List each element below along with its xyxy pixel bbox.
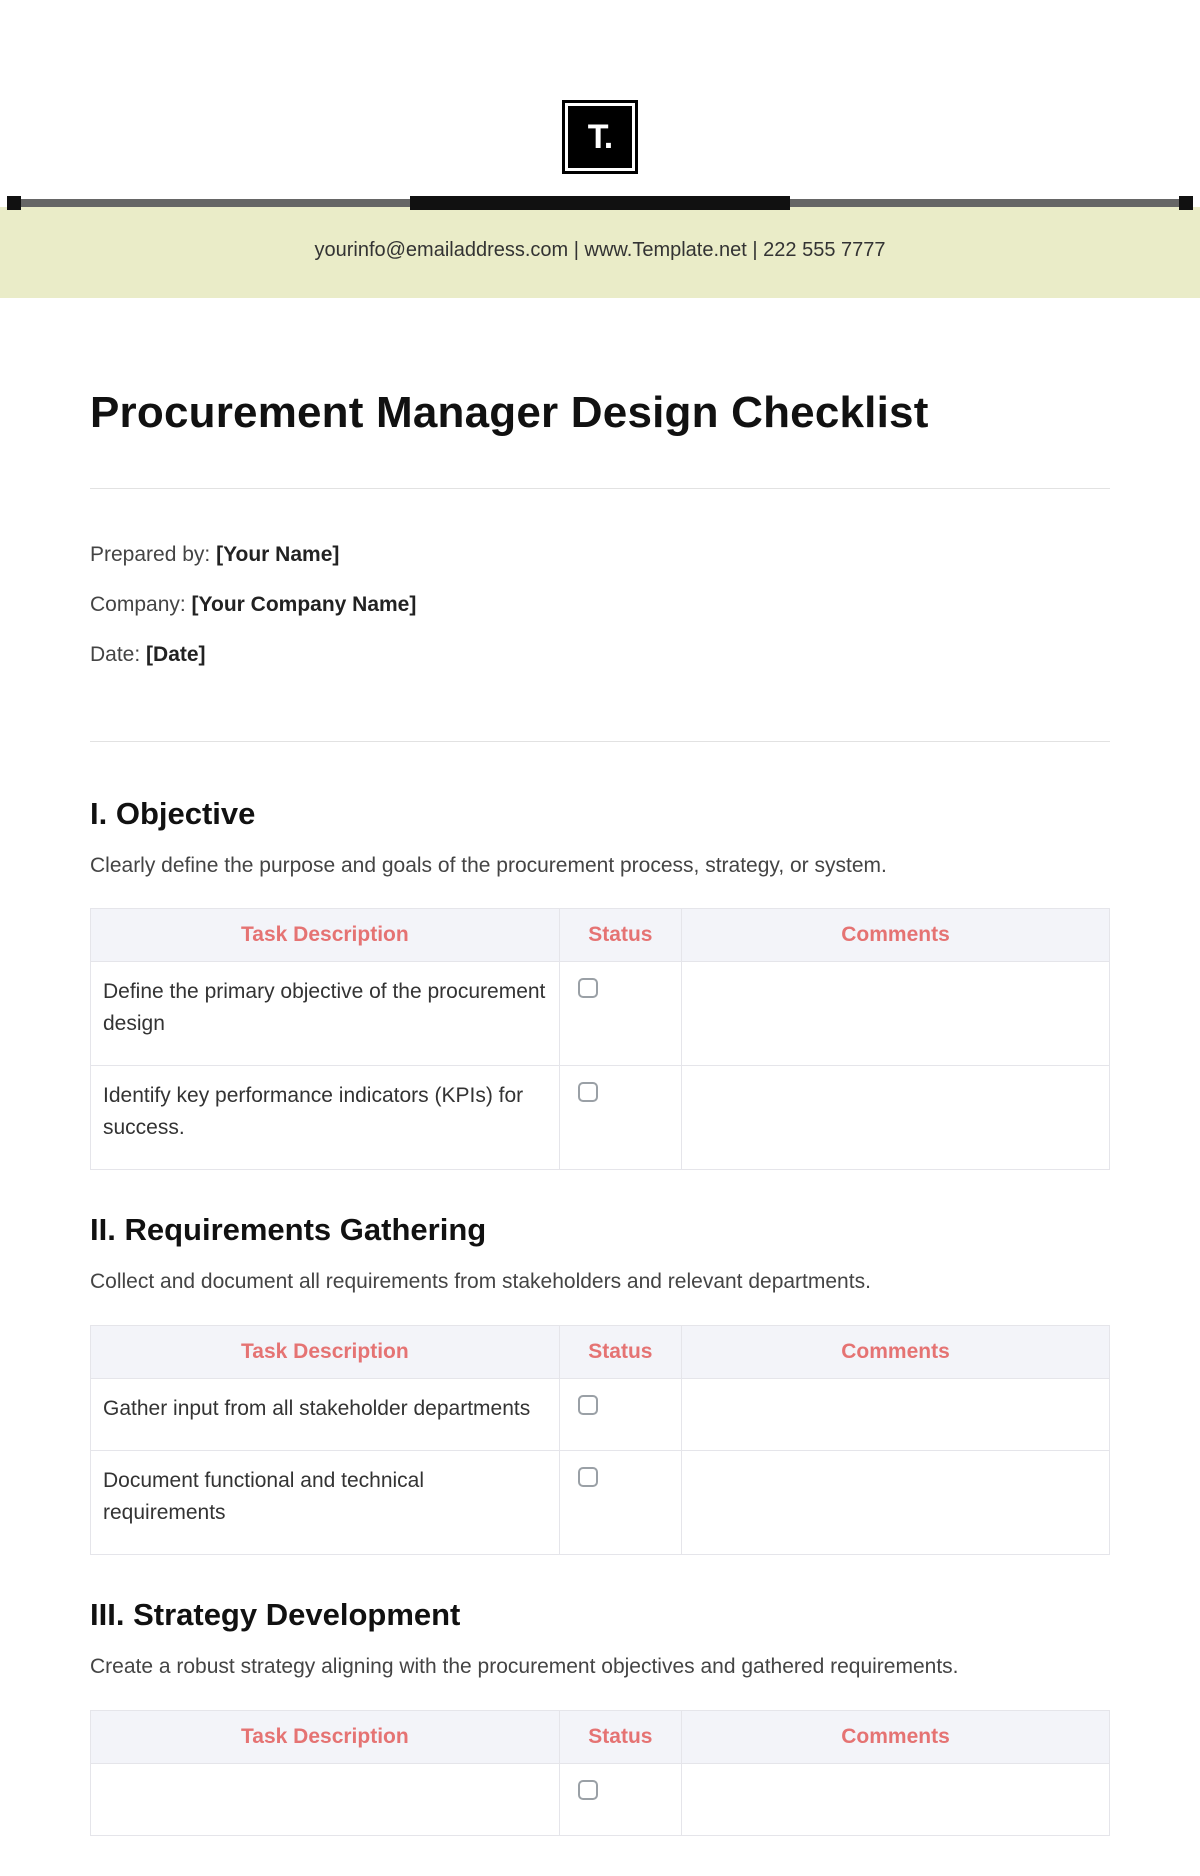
page-title: Procurement Manager Design Checklist <box>90 388 1110 438</box>
section-heading-strategy: III. Strategy Development <box>90 1597 1110 1633</box>
th-status: Status <box>559 909 681 962</box>
cell-task: Document functional and technical requir… <box>91 1451 560 1555</box>
meta-label: Date: <box>90 643 146 666</box>
contact-info-band: yourinfo@emailaddress.com | www.Template… <box>0 207 1200 298</box>
cell-status <box>559 1763 681 1836</box>
cell-task: Identify key performance indicators (KPI… <box>91 1066 560 1170</box>
brand-logo-text: T. <box>571 109 629 165</box>
meta-value: [Your Company Name] <box>192 593 417 616</box>
cell-status <box>559 962 681 1066</box>
meta-label: Prepared by: <box>90 543 216 566</box>
section-desc-requirements: Collect and document all requirements fr… <box>90 1268 1110 1296</box>
section-desc-strategy: Create a robust strategy aligning with t… <box>90 1653 1110 1681</box>
checkbox-icon[interactable] <box>578 1467 598 1487</box>
table-row <box>91 1763 1110 1836</box>
header-ruler <box>14 199 1186 207</box>
section-heading-objective: I. Objective <box>90 796 1110 832</box>
section-desc-objective: Clearly define the purpose and goals of … <box>90 852 1110 880</box>
separator: | <box>574 239 585 261</box>
contact-website: www.Template.net <box>585 239 747 261</box>
table-row: Identify key performance indicators (KPI… <box>91 1066 1110 1170</box>
meta-value: [Date] <box>146 643 206 666</box>
cell-comment[interactable] <box>682 1451 1110 1555</box>
th-task-description: Task Description <box>91 909 560 962</box>
document-content: Procurement Manager Design Checklist Pre… <box>0 388 1200 1836</box>
th-comments: Comments <box>682 909 1110 962</box>
divider <box>90 741 1110 742</box>
cell-status <box>559 1378 681 1451</box>
table-requirements: Task Description Status Comments Gather … <box>90 1325 1110 1556</box>
cell-task: Define the primary objective of the proc… <box>91 962 560 1066</box>
logo-wrap: T. <box>0 0 1200 199</box>
cell-status <box>559 1066 681 1170</box>
meta-label: Company: <box>90 593 192 616</box>
table-strategy: Task Description Status Comments <box>90 1710 1110 1837</box>
meta-prepared-by: Prepared by: [Your Name] <box>90 543 1110 567</box>
meta-value: [Your Name] <box>216 543 339 566</box>
brand-logo: T. <box>562 100 638 174</box>
th-task-description: Task Description <box>91 1710 560 1763</box>
table-row: Gather input from all stakeholder depart… <box>91 1378 1110 1451</box>
cell-comment[interactable] <box>682 962 1110 1066</box>
table-objective: Task Description Status Comments Define … <box>90 908 1110 1170</box>
table-row: Document functional and technical requir… <box>91 1451 1110 1555</box>
contact-email: yourinfo@emailaddress.com <box>314 239 568 261</box>
table-row: Define the primary objective of the proc… <box>91 962 1110 1066</box>
checkbox-icon[interactable] <box>578 978 598 998</box>
checkbox-icon[interactable] <box>578 1395 598 1415</box>
meta-company: Company: [Your Company Name] <box>90 593 1110 617</box>
cell-task <box>91 1763 560 1836</box>
th-comments: Comments <box>682 1325 1110 1378</box>
header-ruler-center <box>410 196 790 210</box>
checkbox-icon[interactable] <box>578 1082 598 1102</box>
th-status: Status <box>559 1325 681 1378</box>
cell-status <box>559 1451 681 1555</box>
cell-comment[interactable] <box>682 1066 1110 1170</box>
section-heading-requirements: II. Requirements Gathering <box>90 1212 1110 1248</box>
cell-comment[interactable] <box>682 1378 1110 1451</box>
checkbox-icon[interactable] <box>578 1780 598 1800</box>
cell-comment[interactable] <box>682 1763 1110 1836</box>
separator: | <box>752 239 763 261</box>
meta-block: Prepared by: [Your Name] Company: [Your … <box>90 489 1110 741</box>
th-task-description: Task Description <box>91 1325 560 1378</box>
cell-task: Gather input from all stakeholder depart… <box>91 1378 560 1451</box>
contact-phone: 222 555 7777 <box>763 239 885 261</box>
th-comments: Comments <box>682 1710 1110 1763</box>
th-status: Status <box>559 1710 681 1763</box>
meta-date: Date: [Date] <box>90 643 1110 667</box>
